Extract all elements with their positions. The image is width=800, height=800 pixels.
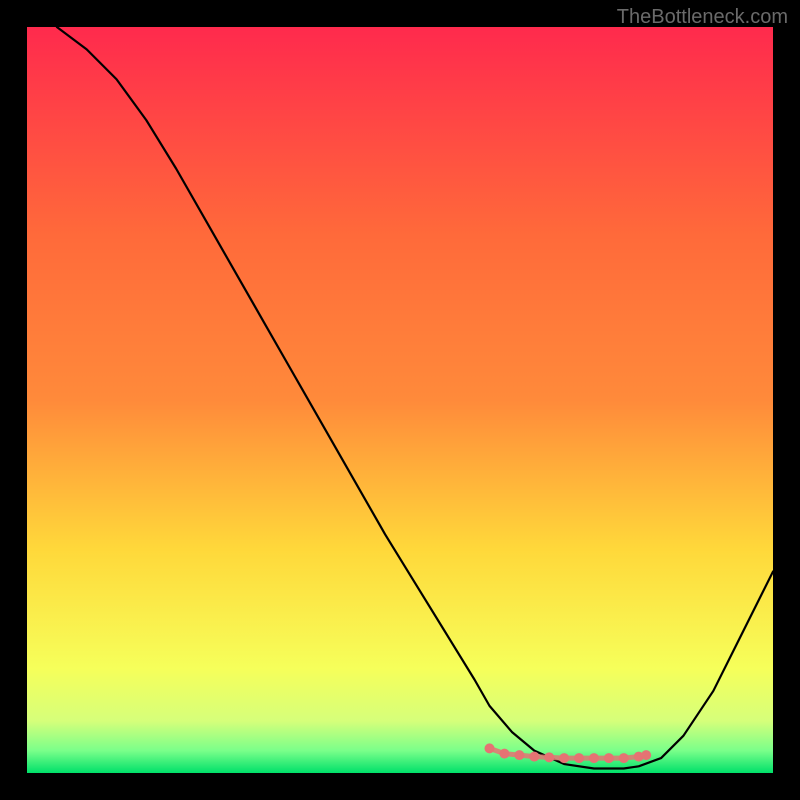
highlight-dot: [514, 750, 524, 760]
gradient-background: [27, 27, 773, 773]
highlight-dot: [641, 750, 651, 760]
highlight-dot: [485, 743, 495, 753]
chart-svg: [27, 27, 773, 773]
highlight-dot: [589, 753, 599, 763]
highlight-dot: [499, 749, 509, 759]
highlight-dot: [604, 753, 614, 763]
highlight-dot: [574, 753, 584, 763]
highlight-dot: [529, 752, 539, 762]
watermark-text: TheBottleneck.com: [617, 6, 788, 29]
chart-plot-area: [27, 27, 773, 773]
highlight-dot: [619, 753, 629, 763]
highlight-dot: [544, 752, 554, 762]
highlight-dot: [559, 753, 569, 763]
